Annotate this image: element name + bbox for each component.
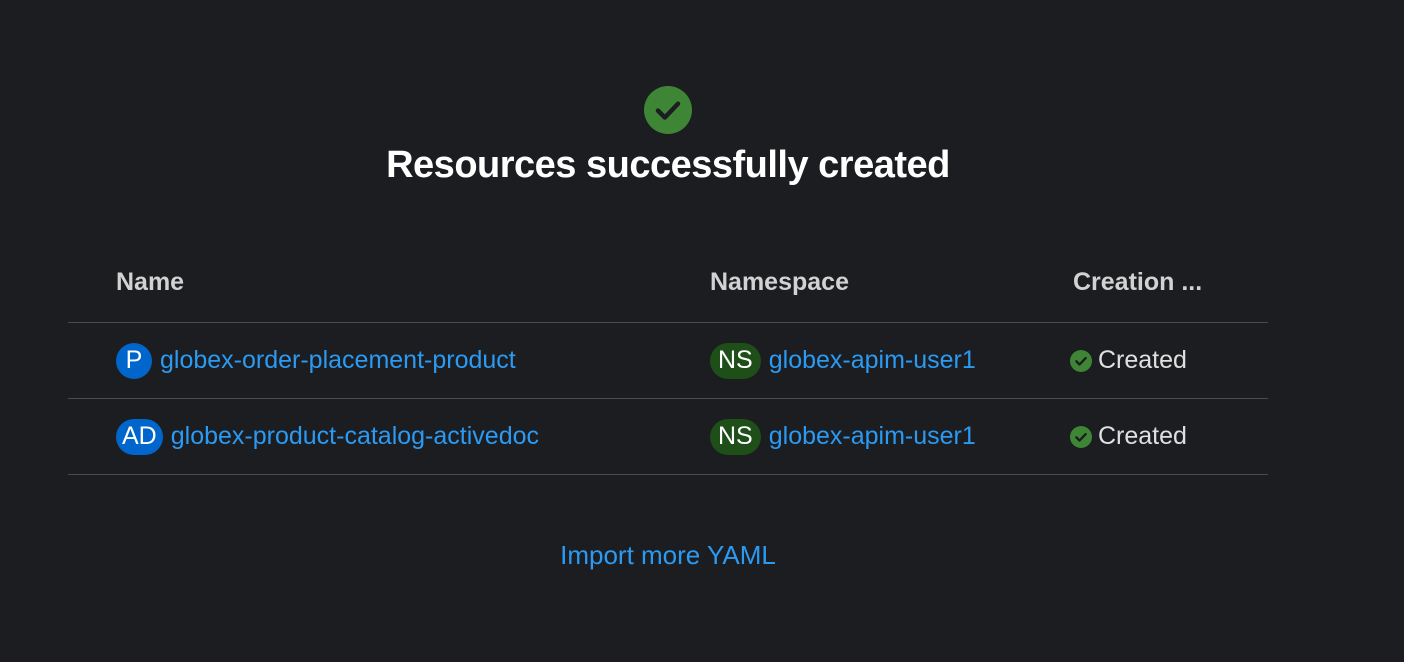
- page-title: Resources successfully created: [386, 144, 950, 186]
- resource-kind-badge: AD: [116, 418, 163, 455]
- creation-status-label: Created: [1098, 422, 1187, 450]
- namespace-link[interactable]: globex-apim-user1: [769, 346, 976, 375]
- column-header-namespace[interactable]: Namespace: [710, 268, 849, 297]
- import-more-yaml-link[interactable]: Import more YAML: [560, 540, 776, 570]
- creation-status: Created: [1070, 346, 1187, 375]
- namespace-badge: NS: [710, 418, 761, 455]
- table-row: AD globex-product-catalog-activedoc NS g…: [68, 399, 1268, 475]
- namespace-cell: NS globex-apim-user1: [710, 323, 976, 398]
- check-circle-icon: [1070, 349, 1092, 372]
- creation-status-cell: Created: [1070, 323, 1187, 398]
- column-header-name[interactable]: Name: [116, 268, 184, 297]
- footer: Import more YAML: [0, 540, 1336, 571]
- namespace-cell: NS globex-apim-user1: [710, 399, 976, 474]
- resource-name-link[interactable]: globex-order-placement-product: [160, 346, 516, 375]
- checkmark-glyph: [655, 101, 681, 120]
- check-circle-icon: [644, 86, 692, 134]
- creation-status: Created: [1070, 422, 1187, 451]
- resource-name-link[interactable]: globex-product-catalog-activedoc: [171, 422, 539, 451]
- resources-table: Name Namespace Creation ... P globex-ord…: [68, 250, 1268, 475]
- import-yaml-results-page: Resources successfully created Name Name…: [0, 0, 1404, 662]
- namespace-link[interactable]: globex-apim-user1: [769, 422, 976, 451]
- table-row: P globex-order-placement-product NS glob…: [68, 323, 1268, 399]
- column-header-creation-status[interactable]: Creation ...: [1073, 268, 1202, 297]
- resource-name-cell: P globex-order-placement-product: [116, 323, 516, 398]
- namespace-badge: NS: [710, 342, 761, 379]
- resource-name-cell: AD globex-product-catalog-activedoc: [116, 399, 539, 474]
- table-header: Name Namespace Creation ...: [68, 250, 1268, 323]
- resource-kind-badge: P: [116, 342, 152, 379]
- creation-status-label: Created: [1098, 346, 1187, 374]
- creation-status-cell: Created: [1070, 399, 1187, 474]
- check-circle-icon: [1070, 425, 1092, 448]
